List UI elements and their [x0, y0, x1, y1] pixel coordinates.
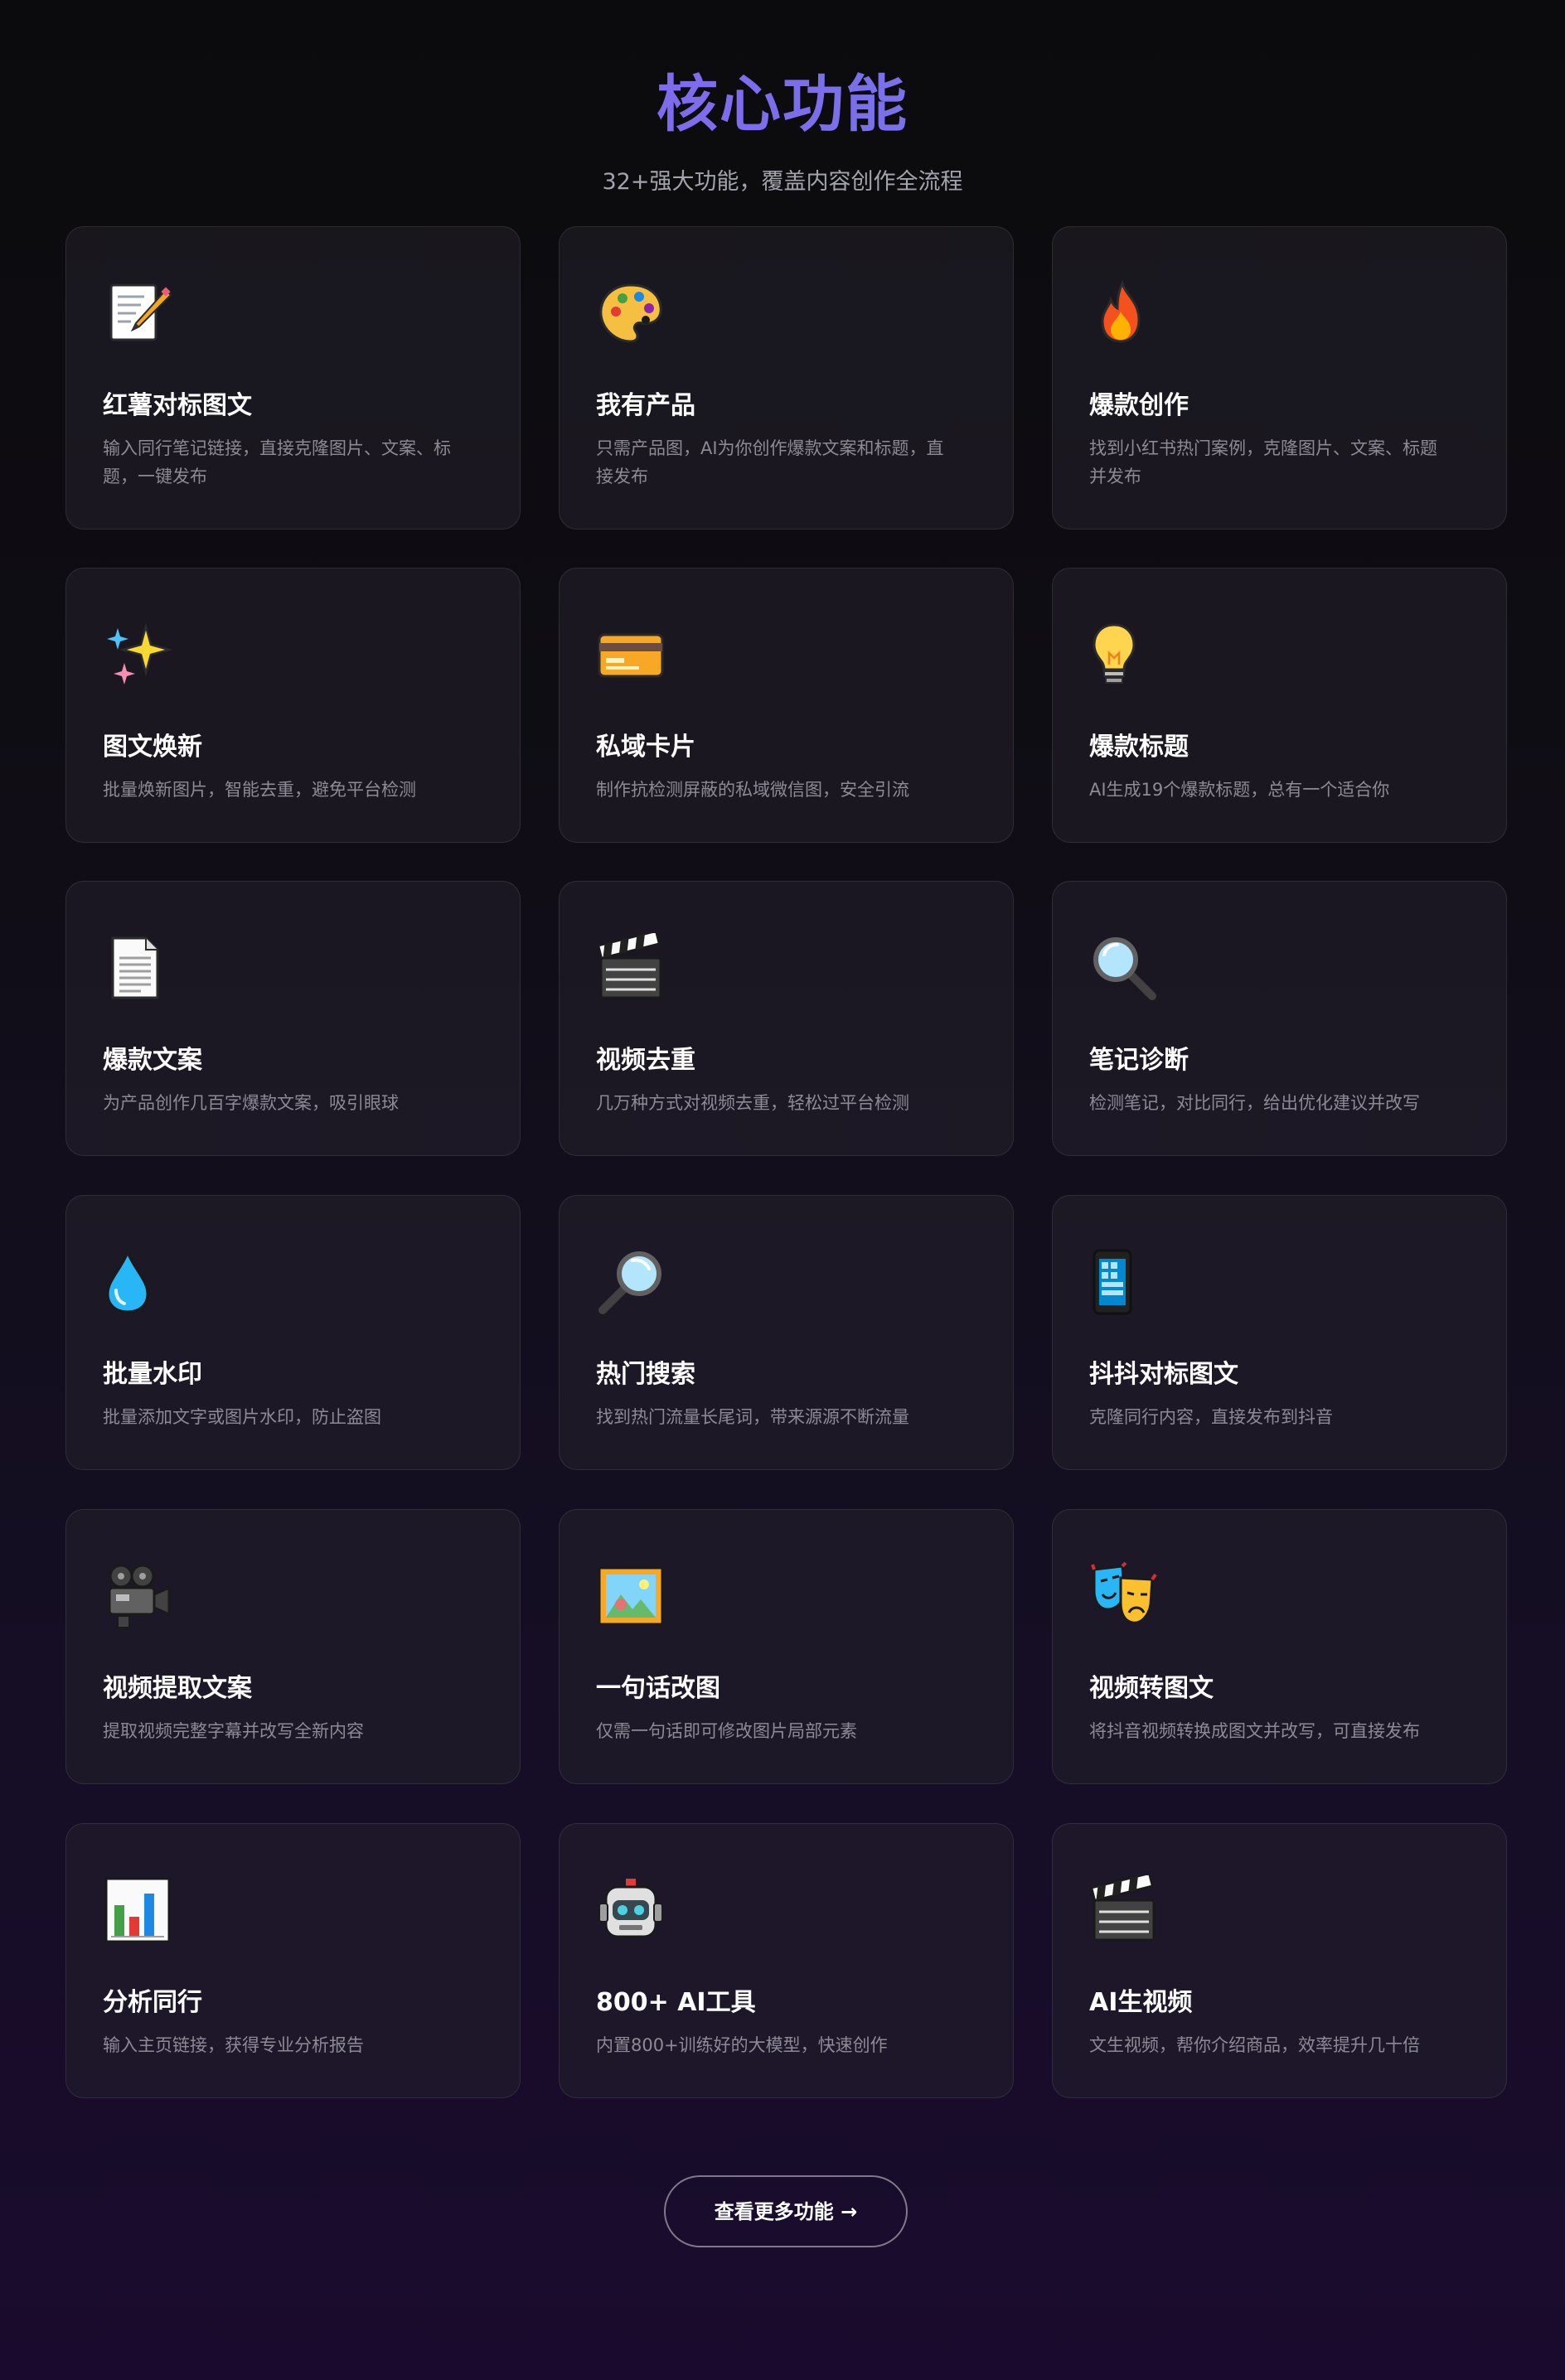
feature-description: 克隆同行内容，直接发布到抖音	[1089, 1407, 1333, 1427]
feature-card-ai-video[interactable]: AI生视频 文生视频，帮你介绍商品，效率提升几十倍	[1052, 1823, 1507, 2098]
feature-card-hot-search[interactable]: 热门搜索 找到热门流量长尾词，带来源源不断流量	[559, 1195, 1014, 1470]
feature-card-video-dedup[interactable]: 视频去重 几万种方式对视频去重，轻松过平台检测	[559, 881, 1014, 1156]
feature-card-analyze-peers[interactable]: 分析同行 输入主页链接，获得专业分析报告	[65, 1823, 521, 2098]
feature-card-note-diagnosis[interactable]: 笔记诊断 检测笔记，对比同行，给出优化建议并改写	[1052, 881, 1507, 1156]
feature-title: 图文焕新	[103, 733, 202, 762]
feature-description: 将抖音视频转换成图文并改写，可直接发布	[1089, 1721, 1420, 1741]
feature-description: 找到热门流量长尾词，带来源源不断流量	[596, 1407, 909, 1427]
feature-description: 内置800+训练好的大模型，快速创作	[596, 2035, 888, 2055]
feature-description: AI生成19个爆款标题，总有一个适合你	[1089, 780, 1390, 800]
document-icon	[103, 933, 172, 1003]
feature-description: 为产品创作几百字爆款文案，吸引眼球	[103, 1093, 399, 1113]
feature-card-video-extract-copy[interactable]: 视频提取文案 提取视频完整字幕并改写全新内容	[65, 1509, 521, 1784]
feature-description: 输入主页链接，获得专业分析报告	[103, 2035, 364, 2055]
feature-title: 爆款创作	[1089, 391, 1189, 420]
section-subtitle: 32+强大功能，覆盖内容创作全流程	[602, 169, 963, 195]
feature-card-ai-tools[interactable]: 800+ AI工具 内置800+训练好的大模型，快速创作	[559, 1823, 1014, 2098]
feature-description: 找到小红书热门案例，克隆图片、文案、标题并发布	[1089, 438, 1437, 486]
feature-card-douyin-benchmark[interactable]: 抖抖对标图文 克隆同行内容，直接发布到抖音	[1052, 1195, 1507, 1470]
feature-card-viral-creation[interactable]: 爆款创作 找到小红书热门案例，克隆图片、文案、标题并发布	[1052, 226, 1507, 530]
clapper-board-icon	[596, 933, 666, 1003]
feature-description: 制作抗检测屏蔽的私域微信图，安全引流	[596, 780, 909, 800]
feature-title: 笔记诊断	[1089, 1046, 1189, 1075]
robot-icon	[596, 1875, 666, 1945]
feature-description: 批量添加文字或图片水印，防止盗图	[103, 1407, 381, 1427]
feature-description: 输入同行笔记链接，直接克隆图片、文案、标题，一键发布	[103, 438, 451, 486]
feature-card-one-sentence-edit[interactable]: 一句话改图 仅需一句话即可修改图片局部元素	[559, 1509, 1014, 1784]
feature-title: 视频去重	[596, 1046, 695, 1075]
feature-title: AI生视频	[1089, 1988, 1193, 2017]
feature-title: 私域卡片	[596, 733, 695, 762]
palette-icon	[596, 278, 666, 348]
feature-title: 红薯对标图文	[103, 391, 252, 420]
feature-card-i-have-product[interactable]: 我有产品 只需产品图，AI为你创作爆款文案和标题，直接发布	[559, 226, 1014, 530]
feature-card-image-refresh[interactable]: 图文焕新 批量焕新图片，智能去重，避免平台检测	[65, 568, 521, 843]
fire-icon	[1089, 278, 1159, 348]
performing-arts-icon	[1089, 1561, 1159, 1631]
feature-title: 爆款文案	[103, 1046, 202, 1075]
view-more-features-button[interactable]: 查看更多功能 →	[664, 2175, 908, 2247]
feature-card-viral-copy[interactable]: 爆款文案 为产品创作几百字爆款文案，吸引眼球	[65, 881, 521, 1156]
feature-title: 爆款标题	[1089, 733, 1189, 762]
feature-title: 批量水印	[103, 1360, 202, 1389]
feature-description: 仅需一句话即可修改图片局部元素	[596, 1721, 857, 1741]
feature-description: 检测笔记，对比同行，给出优化建议并改写	[1089, 1093, 1420, 1113]
feature-description: 文生视频，帮你介绍商品，效率提升几十倍	[1089, 2035, 1420, 2055]
feature-title: 视频转图文	[1089, 1674, 1214, 1703]
magnifier-left-icon	[1089, 933, 1159, 1003]
feature-title: 我有产品	[596, 391, 695, 420]
mobile-phone-icon	[1089, 1247, 1159, 1317]
feature-card-video-to-image-text[interactable]: 视频转图文 将抖音视频转换成图文并改写，可直接发布	[1052, 1509, 1507, 1784]
bar-chart-icon	[103, 1875, 172, 1945]
droplet-icon	[103, 1247, 172, 1317]
feature-card-batch-watermark[interactable]: 批量水印 批量添加文字或图片水印，防止盗图	[65, 1195, 521, 1470]
feature-description: 提取视频完整字幕并改写全新内容	[103, 1721, 364, 1741]
section-title: 核心功能	[0, 63, 1565, 146]
feature-title: 抖抖对标图文	[1089, 1360, 1238, 1389]
feature-title: 热门搜索	[596, 1360, 695, 1389]
feature-description: 几万种方式对视频去重，轻松过平台检测	[596, 1093, 909, 1113]
framed-picture-icon	[596, 1561, 666, 1631]
sparkles-icon	[103, 620, 172, 689]
movie-camera-icon	[103, 1561, 172, 1631]
magnifier-right-icon	[596, 1247, 666, 1317]
feature-title: 800+ AI工具	[596, 1988, 756, 2017]
clapper-board-icon	[1089, 1875, 1159, 1945]
feature-description: 只需产品图，AI为你创作爆款文案和标题，直接发布	[596, 438, 944, 486]
feature-description: 批量焕新图片，智能去重，避免平台检测	[103, 780, 416, 800]
feature-card-viral-title[interactable]: 爆款标题 AI生成19个爆款标题，总有一个适合你	[1052, 568, 1507, 843]
feature-title: 一句话改图	[596, 1674, 720, 1703]
feature-title: 视频提取文案	[103, 1674, 252, 1703]
feature-title: 分析同行	[103, 1988, 202, 2017]
credit-card-icon	[596, 620, 666, 689]
light-bulb-icon	[1089, 620, 1159, 689]
feature-card-private-card[interactable]: 私域卡片 制作抗检测屏蔽的私域微信图，安全引流	[559, 568, 1014, 843]
feature-card-red-potato-benchmark[interactable]: 红薯对标图文 输入同行笔记链接，直接克隆图片、文案、标题，一键发布	[65, 226, 521, 530]
memo-icon	[103, 278, 172, 348]
